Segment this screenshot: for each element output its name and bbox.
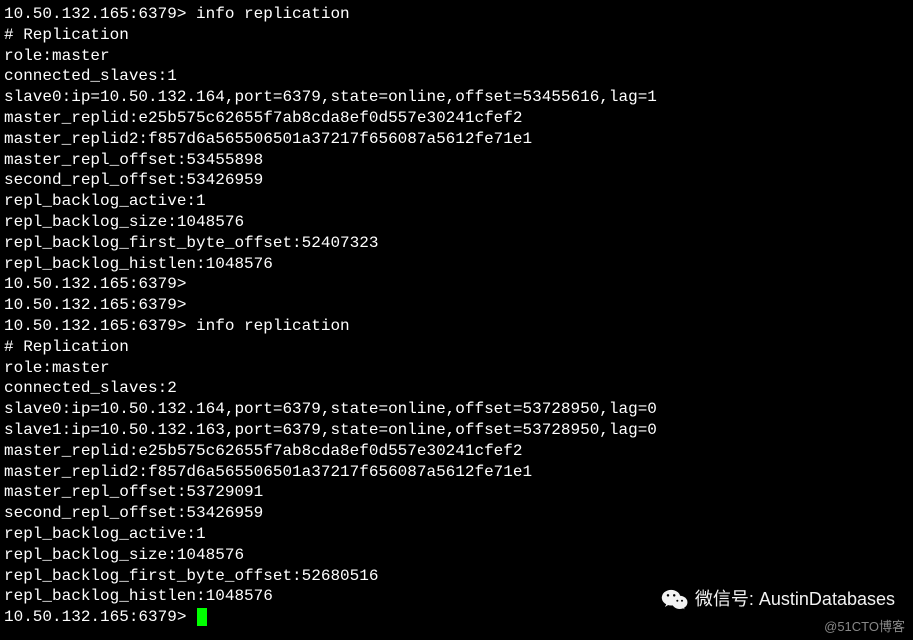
- output-text: # Replication: [4, 338, 129, 356]
- prompt: 10.50.132.165:6379>: [4, 296, 196, 314]
- output-text: second_repl_offset:53426959: [4, 171, 263, 189]
- output-text: master_replid:e25b575c62655f7ab8cda8ef0d…: [4, 442, 522, 460]
- terminal-line: 10.50.132.165:6379>: [4, 274, 913, 295]
- watermark-wechat-label: 微信号: AustinDatabases: [695, 588, 895, 611]
- watermark-wechat: 微信号: AustinDatabases: [661, 588, 895, 612]
- terminal-line: slave1:ip=10.50.132.163,port=6379,state=…: [4, 420, 913, 441]
- output-text: master_replid2:f857d6a565506501a37217f65…: [4, 463, 532, 481]
- prompt: 10.50.132.165:6379>: [4, 317, 196, 335]
- prompt: 10.50.132.165:6379>: [4, 275, 196, 293]
- terminal-line: slave0:ip=10.50.132.164,port=6379,state=…: [4, 87, 913, 108]
- output-text: second_repl_offset:53426959: [4, 504, 263, 522]
- output-text: repl_backlog_active:1: [4, 192, 206, 210]
- terminal-line: repl_backlog_first_byte_offset:52680516: [4, 566, 913, 587]
- prompt: 10.50.132.165:6379>: [4, 608, 196, 626]
- terminal-line: second_repl_offset:53426959: [4, 503, 913, 524]
- prompt: 10.50.132.165:6379>: [4, 5, 196, 23]
- output-text: master_replid:e25b575c62655f7ab8cda8ef0d…: [4, 109, 522, 127]
- wechat-icon: [661, 588, 689, 612]
- output-text: slave0:ip=10.50.132.164,port=6379,state=…: [4, 400, 657, 418]
- terminal-line: role:master: [4, 46, 913, 67]
- watermark-bottom: @51CTO博客: [824, 619, 905, 636]
- terminal-line: # Replication: [4, 337, 913, 358]
- terminal-line: repl_backlog_first_byte_offset:52407323: [4, 233, 913, 254]
- terminal-line: master_replid2:f857d6a565506501a37217f65…: [4, 462, 913, 483]
- terminal-line: connected_slaves:2: [4, 378, 913, 399]
- output-text: master_repl_offset:53455898: [4, 151, 263, 169]
- terminal-output[interactable]: 10.50.132.165:6379> info replication# Re…: [4, 4, 913, 628]
- output-text: master_repl_offset:53729091: [4, 483, 263, 501]
- cursor: [197, 608, 207, 626]
- output-text: repl_backlog_histlen:1048576: [4, 587, 273, 605]
- terminal-line: master_repl_offset:53455898: [4, 150, 913, 171]
- terminal-line: 10.50.132.165:6379> info replication: [4, 4, 913, 25]
- terminal-line: slave0:ip=10.50.132.164,port=6379,state=…: [4, 399, 913, 420]
- terminal-line: repl_backlog_active:1: [4, 191, 913, 212]
- output-text: repl_backlog_size:1048576: [4, 546, 244, 564]
- output-text: slave1:ip=10.50.132.163,port=6379,state=…: [4, 421, 657, 439]
- output-text: # Replication: [4, 26, 129, 44]
- output-text: slave0:ip=10.50.132.164,port=6379,state=…: [4, 88, 657, 106]
- terminal-line: master_repl_offset:53729091: [4, 482, 913, 503]
- terminal-line: master_replid2:f857d6a565506501a37217f65…: [4, 129, 913, 150]
- terminal-line: repl_backlog_size:1048576: [4, 212, 913, 233]
- output-text: repl_backlog_first_byte_offset:52680516: [4, 567, 378, 585]
- output-text: connected_slaves:1: [4, 67, 177, 85]
- terminal-line: repl_backlog_size:1048576: [4, 545, 913, 566]
- terminal-line: role:master: [4, 358, 913, 379]
- terminal-line: master_replid:e25b575c62655f7ab8cda8ef0d…: [4, 441, 913, 462]
- output-text: repl_backlog_first_byte_offset:52407323: [4, 234, 378, 252]
- terminal-line: connected_slaves:1: [4, 66, 913, 87]
- output-text: repl_backlog_histlen:1048576: [4, 255, 273, 273]
- output-text: role:master: [4, 359, 110, 377]
- output-text: role:master: [4, 47, 110, 65]
- output-text: connected_slaves:2: [4, 379, 177, 397]
- terminal-line: second_repl_offset:53426959: [4, 170, 913, 191]
- output-text: master_replid2:f857d6a565506501a37217f65…: [4, 130, 532, 148]
- terminal-line: repl_backlog_active:1: [4, 524, 913, 545]
- terminal-line: repl_backlog_histlen:1048576: [4, 254, 913, 275]
- terminal-line: 10.50.132.165:6379> info replication: [4, 316, 913, 337]
- terminal-line: # Replication: [4, 25, 913, 46]
- output-text: repl_backlog_size:1048576: [4, 213, 244, 231]
- command-text: info replication: [196, 5, 350, 23]
- terminal-line: master_replid:e25b575c62655f7ab8cda8ef0d…: [4, 108, 913, 129]
- output-text: repl_backlog_active:1: [4, 525, 206, 543]
- command-text: info replication: [196, 317, 350, 335]
- terminal-line: 10.50.132.165:6379>: [4, 295, 913, 316]
